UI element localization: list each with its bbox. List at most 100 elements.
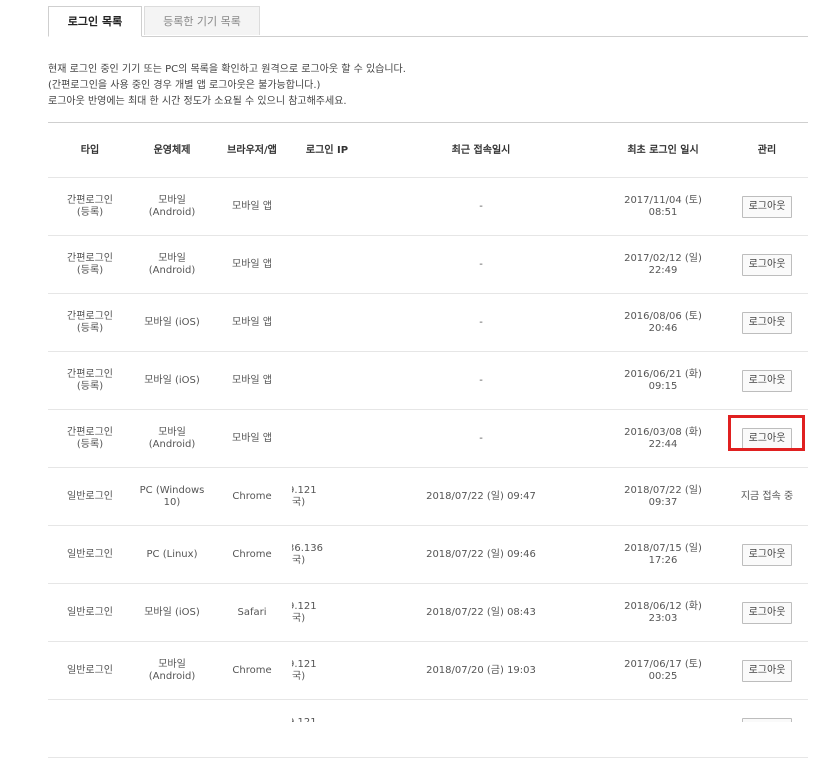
cell-text: (Android) (148, 264, 196, 276)
cell-ip: - (292, 177, 362, 236)
cell-text: 2018/07/22 (일) 09:46 (426, 548, 536, 560)
cell-text: 10) (163, 496, 181, 508)
cell-text: PC (Windows (139, 484, 205, 496)
logout-button[interactable]: 로그아웃 (742, 369, 792, 392)
cell-text: 모바일 앱 (232, 316, 272, 328)
cell-text: 09:15 (648, 380, 678, 392)
cell-first-login: 2018/06/12 (화) 23:03 (600, 583, 726, 642)
cell-first-login: 2017/06/17 (토) 00:25 (600, 641, 726, 700)
table-row: 일반로그인 PC (Windows10) Chrome 9.121!국) 2018/07… (48, 467, 808, 526)
cell-text: 08:51 (648, 206, 678, 218)
cell-text: Safari (237, 606, 267, 618)
cell-text: 2017/06/17 (토) (624, 658, 702, 670)
cell-ip: 9.121!국) (292, 641, 362, 700)
description: 현재 로그인 중인 기기 또는 PC의 목록을 확인하고 원격으로 로그아웃 할… (48, 62, 406, 110)
cell-first-login: 2017/11/04 (토) 08:51 (600, 177, 726, 236)
table-row: 간편로그인(등록) 모바일 (iOS) 모바일 앱 - - 2016/08/06 (토)2… (48, 293, 808, 352)
cell-type: 간편로그인 (등록) (48, 409, 132, 468)
cell-browser: Chrome (212, 641, 292, 700)
cell-text: 간편로그인 (67, 368, 113, 380)
logout-button[interactable]: 로그아웃 (742, 311, 792, 334)
tab-login-list[interactable]: 로그인 목록 (48, 6, 142, 37)
cell-text: 23:03 (648, 612, 678, 624)
cell-first-login: 2017/02/12 (일) 22:49 (600, 235, 726, 294)
cell-first-login: 2018/07/15 (일) 17:26 (600, 525, 726, 584)
logout-button[interactable]: 로그아웃 (742, 427, 792, 450)
table-row: 간편로그인(등록)모바일(Android)모바일 앱--2017/11/04 (… (48, 177, 808, 236)
cell-os: PC (Windows 10) (132, 467, 212, 526)
cell-browser: Safari (212, 583, 292, 642)
column-header-os: 운영체제 (132, 122, 212, 178)
cell-text: 일반로그인 (67, 664, 113, 676)
cell-text: 2018/07/15 (일) (624, 542, 702, 554)
cell-ip: - (292, 409, 362, 468)
table-row: 간편로그인(등록)모바일(Android)모바일 앱--2016/03/08 (… (48, 409, 808, 468)
cell-type: 일반로그인 (48, 583, 132, 642)
cell-browser: 모바일 앱 (212, 351, 292, 410)
cell-recent: 2018/07/22 (일) 08:43 (362, 583, 600, 642)
column-header-browser: 브라우저/앱 (212, 122, 292, 178)
cell-text: (등록) (76, 206, 104, 218)
cell-os: 모바일 (iOS) (132, 351, 212, 410)
cell-text: 모바일 (158, 252, 186, 264)
table-row: 일반로그인 모바일(Android) Chrome 9.121!국) 2018/07/2… (48, 641, 808, 700)
tab-registered-devices[interactable]: 등록한 기기 목록 (144, 6, 260, 35)
cell-type: 일반로그인 (48, 525, 132, 584)
cell-text: Chrome (232, 490, 272, 502)
cell-browser: Chrome (212, 467, 292, 526)
cell-text: 모바일 (iOS) (144, 374, 200, 386)
column-header-first-login: 최초 로그인 일시 (600, 122, 726, 178)
cell-browser: 모바일 앱 (212, 235, 292, 294)
table-header-row: 타입 운영체제 브라우저/앱 로그인 IP 최근 접속일시 최초 로그인 일시 … (48, 122, 808, 178)
cell-os: 모바일 (Android) (132, 177, 212, 236)
cell-browser: 모바일 앱 (212, 409, 292, 468)
cell-text: !국) (292, 554, 306, 566)
cell-text: 9.121 (292, 658, 317, 670)
cell-text: 2016/06/21 (화) (624, 368, 702, 380)
cell-ip: - (292, 293, 362, 352)
cell-text: 2017/11/04 (토) (624, 194, 702, 206)
description-line: (간편로그인을 사용 중인 경우 개별 앱 로그아웃은 불가능합니다.) (48, 80, 321, 91)
cell-text: - (479, 258, 483, 270)
cell-text: 2016/08/06 (토) (624, 310, 702, 322)
logout-button[interactable]: 로그아웃 (742, 543, 792, 566)
cell-recent: 2018/07/22 (일) 09:47 (362, 467, 600, 526)
description-line: 현재 로그인 중인 기기 또는 PC의 목록을 확인하고 원격으로 로그아웃 할… (48, 64, 406, 75)
cell-text: 모바일 (158, 426, 186, 438)
cell-text: 모바일 앱 (232, 258, 272, 270)
current-session-label: 지금 접속 중 (740, 490, 794, 502)
cell-browser: 모바일 앱 (212, 293, 292, 352)
logout-button[interactable]: 로그아웃 (742, 253, 792, 276)
cell-first-login: 2016/03/08 (화) 22:44 (600, 409, 726, 468)
cell-type: 간편로그인 (등록) (48, 351, 132, 410)
cell-text: !국) (292, 496, 306, 508)
cell-text: 일반로그인 (67, 606, 113, 618)
cell-text: Chrome (232, 548, 272, 560)
cell-text: 모바일 앱 (232, 432, 272, 444)
cell-text: 2018/07/22 (일) 08:43 (426, 606, 536, 618)
cell-text: - (479, 200, 483, 212)
cell-text: 모바일 (158, 658, 186, 670)
cell-text: 모바일 앱 (232, 200, 272, 212)
cell-recent: - (362, 409, 600, 468)
cell-text: 2016/03/08 (화) (624, 426, 702, 438)
cell-text: 간편로그인 (67, 252, 113, 264)
cell-browser: Chrome (212, 525, 292, 584)
cell-recent: 2018/07/22 (일) 09:46 (362, 525, 600, 584)
cell-type: 일반로그인 (48, 467, 132, 526)
cell-text: 간편로그인 (67, 194, 113, 206)
cell-os: 모바일 (iOS) (132, 583, 212, 642)
cell-text: 09:37 (648, 496, 678, 508)
logout-button[interactable]: 로그아웃 (742, 195, 792, 218)
logout-button[interactable]: 로그아웃 (742, 659, 792, 682)
cell-type: 간편로그인 (등록) (48, 177, 132, 236)
cell-text: Chrome (232, 664, 272, 676)
cell-text: 모바일 (158, 194, 186, 206)
cell-manage: 로그아웃 (726, 525, 808, 584)
cell-recent: - (362, 177, 600, 236)
logout-button[interactable]: 로그아웃 (742, 601, 792, 624)
cell-text: - (479, 316, 483, 328)
column-header-manage: 관리 (726, 122, 808, 178)
cell-recent: 2018/07/20 (금) 19:03 (362, 641, 600, 700)
column-header-type: 타입 (48, 122, 132, 178)
